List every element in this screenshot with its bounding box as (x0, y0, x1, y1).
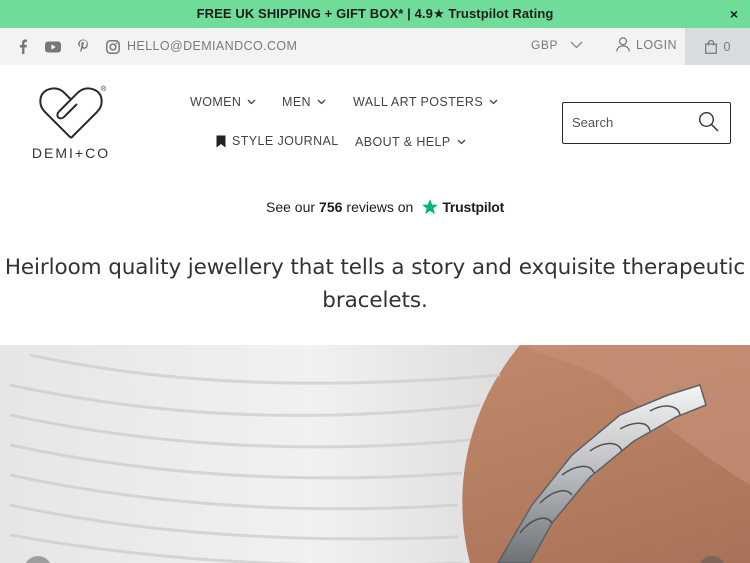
currency-label: GBP (531, 38, 559, 52)
shopping-bag-icon (704, 39, 717, 54)
chevron-down-icon (457, 139, 466, 145)
youtube-icon[interactable] (44, 38, 62, 56)
trustpilot-star-icon (422, 199, 439, 215)
bracelet-photo (0, 345, 750, 563)
search-box (562, 102, 731, 144)
chevron-down-icon (489, 99, 498, 105)
trustpilot-brand[interactable]: Trustpilot (421, 198, 504, 216)
announcement-bar: FREE UK SHIPPING + GIFT BOX* | 4.9★ Trus… (0, 0, 750, 28)
nav-men[interactable]: MEN (282, 95, 326, 109)
utility-bar: HELLO@DEMIANDCO.COM GBP LOGIN 0 (0, 28, 750, 65)
trustpilot-suffix: reviews on (346, 199, 414, 215)
currency-selector[interactable]: GBP (531, 38, 583, 52)
nav-women-label: WOMEN (190, 95, 242, 109)
chevron-down-icon (317, 99, 326, 105)
instagram-icon[interactable] (104, 38, 122, 56)
search-icon[interactable] (698, 111, 720, 133)
nav-about-label: ABOUT & HELP (355, 135, 451, 149)
login-link[interactable]: LOGIN (616, 37, 677, 52)
brand-name: DEMI+CO (31, 145, 111, 161)
hero-image (0, 345, 750, 563)
pinterest-icon[interactable] (74, 38, 92, 56)
cart-button[interactable]: 0 (685, 28, 750, 65)
nav-wall-art-label: WALL ART POSTERS (353, 95, 484, 109)
trustpilot-brand-label: Trustpilot (442, 199, 505, 215)
cart-count: 0 (723, 39, 731, 54)
nav-style-journal-label: STYLE JOURNAL (232, 134, 339, 148)
email-link[interactable]: HELLO@DEMIANDCO.COM (127, 39, 297, 53)
hero-tagline: Heirloom quality jewellery that tells a … (4, 255, 746, 313)
chevron-down-icon (247, 99, 256, 105)
nav-style-journal[interactable]: STYLE JOURNAL (216, 134, 339, 148)
nav-wall-art-posters[interactable]: WALL ART POSTERS (353, 95, 498, 109)
nav-about-help[interactable]: ABOUT & HELP (355, 135, 466, 149)
close-icon[interactable]: × (730, 6, 738, 22)
registered-mark: ® (101, 85, 107, 93)
login-label: LOGIN (636, 37, 677, 52)
facebook-icon[interactable] (14, 38, 32, 56)
brand-logo[interactable]: ® DEMI+CO (28, 83, 114, 161)
nav-men-label: MEN (282, 95, 311, 109)
heart-logo-icon: ® (39, 85, 107, 139)
social-links (14, 28, 122, 65)
trustpilot-widget[interactable]: See our 756 reviews on Trustpilot (266, 198, 504, 216)
trustpilot-count: 756 (319, 199, 343, 215)
chevron-down-icon (570, 41, 583, 49)
trustpilot-prefix: See our (266, 199, 316, 215)
user-icon (616, 37, 630, 52)
announcement-text: FREE UK SHIPPING + GIFT BOX* | 4.9★ Trus… (196, 6, 554, 21)
nav-women[interactable]: WOMEN (190, 95, 256, 109)
search-input[interactable] (572, 115, 692, 130)
bookmark-icon (216, 135, 226, 147)
